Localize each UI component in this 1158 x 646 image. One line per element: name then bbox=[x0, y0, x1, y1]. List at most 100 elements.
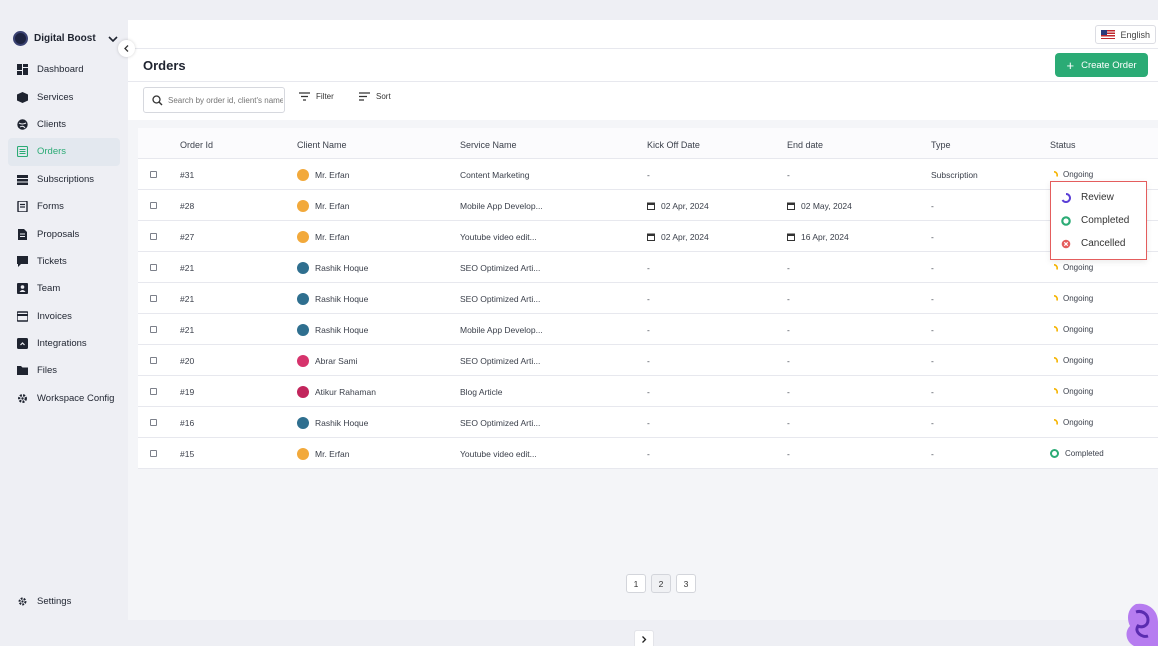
kickoff-date-cell: - bbox=[647, 407, 650, 438]
page-1-button[interactable]: 1 bbox=[626, 574, 646, 593]
ongoing-status-icon bbox=[1053, 170, 1058, 177]
end-date-cell: - bbox=[787, 252, 790, 283]
row-checkbox[interactable] bbox=[150, 264, 157, 271]
row-checkbox[interactable] bbox=[150, 326, 157, 333]
status-badge[interactable]: Ongoing bbox=[1050, 407, 1093, 438]
workspace-name: Digital Boost bbox=[34, 33, 96, 44]
table-row[interactable]: #15 Mr. Erfan Youtube video edit... - - - Comp… bbox=[138, 438, 1158, 469]
status-badge[interactable]: Ongoing bbox=[1050, 345, 1093, 376]
table-row[interactable]: #19 Atikur Rahaman Blog Article - - - Ongoing bbox=[138, 376, 1158, 407]
status-badge[interactable]: Ongoing bbox=[1050, 283, 1093, 314]
status-option-completed[interactable]: Completed bbox=[1051, 209, 1146, 232]
row-checkbox[interactable] bbox=[150, 419, 157, 426]
sidebar-item-integrations[interactable]: Integrations bbox=[8, 330, 120, 357]
column-header[interactable]: Service Name bbox=[460, 140, 517, 150]
client-cell: Mr. Erfan bbox=[297, 190, 349, 221]
status-badge[interactable]: Completed bbox=[1050, 438, 1104, 469]
row-checkbox[interactable] bbox=[150, 357, 157, 364]
sidebar-item-clients[interactable]: Clients bbox=[8, 111, 120, 138]
order-id[interactable]: #21 bbox=[180, 283, 194, 314]
ticket-icon bbox=[17, 255, 28, 267]
status-option-review[interactable]: Review bbox=[1051, 186, 1146, 209]
status-option-cancelled[interactable]: Cancelled bbox=[1051, 232, 1146, 255]
table-row[interactable]: #21 Rashik Hoque SEO Optimized Arti... - - - O… bbox=[138, 252, 1158, 283]
table-row[interactable]: #27 Mr. Erfan Youtube video edit... 02 Apr,… bbox=[138, 221, 1158, 252]
page-title: Orders bbox=[143, 58, 186, 73]
order-id[interactable]: #31 bbox=[180, 159, 194, 190]
order-id[interactable]: #15 bbox=[180, 438, 194, 469]
sidebar-item-tickets[interactable]: Tickets bbox=[8, 248, 120, 275]
table-row[interactable]: #21 Rashik Hoque Mobile App Develop... - - - O… bbox=[138, 314, 1158, 345]
sidebar-item-services[interactable]: Services bbox=[8, 83, 120, 110]
kickoff-date-cell: - bbox=[647, 376, 650, 407]
table-row[interactable]: #31 Mr. Erfan Content Marketing - - Subscript… bbox=[138, 159, 1158, 190]
client-name: Rashik Hoque bbox=[315, 262, 369, 273]
row-checkbox[interactable] bbox=[150, 388, 157, 395]
card-icon bbox=[17, 311, 28, 322]
column-header[interactable]: Type bbox=[931, 140, 951, 150]
page-3-button[interactable]: 3 bbox=[676, 574, 696, 593]
sidebar-item-files[interactable]: Files bbox=[8, 357, 120, 384]
table-row[interactable]: #20 Abrar Sami SEO Optimized Arti... - - - Ong… bbox=[138, 345, 1158, 376]
table-row[interactable]: #16 Rashik Hoque SEO Optimized Arti... - - - O… bbox=[138, 407, 1158, 438]
status-text: Completed bbox=[1065, 449, 1104, 458]
collapse-sidebar-button[interactable] bbox=[118, 40, 135, 57]
order-id[interactable]: #21 bbox=[180, 252, 194, 283]
sidebar-item-dashboard[interactable]: Dashboard bbox=[8, 56, 120, 83]
workspace-switcher[interactable]: Digital Boost bbox=[13, 31, 118, 46]
row-checkbox[interactable] bbox=[150, 202, 157, 209]
order-id[interactable]: #19 bbox=[180, 376, 194, 407]
status-text: Ongoing bbox=[1063, 294, 1094, 303]
sidebar-item-team[interactable]: Team bbox=[8, 275, 120, 302]
avatar bbox=[297, 292, 309, 305]
brand-logo-icon bbox=[1126, 603, 1158, 646]
column-header[interactable]: Kick Off Date bbox=[647, 140, 700, 150]
language-selector[interactable]: English bbox=[1095, 25, 1156, 44]
search-input[interactable] bbox=[168, 95, 283, 105]
sidebar-item-forms[interactable]: Forms bbox=[8, 193, 120, 220]
order-id[interactable]: #20 bbox=[180, 345, 194, 376]
next-page-button[interactable] bbox=[634, 630, 654, 646]
status-dropdown: Review Completed Cancelled bbox=[1050, 181, 1147, 260]
avatar bbox=[297, 230, 309, 243]
column-header[interactable]: Order Id bbox=[180, 140, 213, 150]
client-name: Rashik Hoque bbox=[315, 417, 369, 428]
column-header[interactable]: Status bbox=[1050, 140, 1076, 150]
status-option-label: Cancelled bbox=[1081, 238, 1126, 249]
order-id[interactable]: #28 bbox=[180, 190, 194, 221]
sidebar-item-proposals[interactable]: Proposals bbox=[8, 220, 120, 247]
sidebar-item-invoices[interactable]: Invoices bbox=[8, 303, 120, 330]
chevron-right-icon bbox=[642, 636, 647, 643]
kickoff-date: - bbox=[647, 448, 650, 459]
end-date-cell: 16 Apr, 2024 bbox=[787, 221, 849, 252]
table-row[interactable]: #28 Mr. Erfan Mobile App Develop... 02 Apr,… bbox=[138, 190, 1158, 221]
row-checkbox[interactable] bbox=[150, 450, 157, 457]
order-id[interactable]: #21 bbox=[180, 314, 194, 345]
filter-button[interactable]: Filter bbox=[299, 92, 334, 101]
status-badge[interactable]: Ongoing bbox=[1050, 376, 1093, 407]
search-box[interactable] bbox=[143, 87, 285, 113]
column-header[interactable]: Client Name bbox=[297, 140, 347, 150]
sidebar-item-workspace-config[interactable]: Workspace Config bbox=[8, 385, 120, 412]
sidebar-item-settings[interactable]: Settings bbox=[17, 596, 71, 607]
client-cell: Abrar Sami bbox=[297, 345, 358, 376]
sort-button[interactable]: Sort bbox=[359, 92, 391, 101]
sidebar-item-orders[interactable]: Orders bbox=[8, 138, 120, 166]
status-option-label: Completed bbox=[1081, 215, 1130, 226]
row-checkbox[interactable] bbox=[150, 171, 157, 178]
status-badge[interactable]: Ongoing bbox=[1050, 314, 1093, 345]
kickoff-date-cell: - bbox=[647, 252, 650, 283]
order-id[interactable]: #27 bbox=[180, 221, 194, 252]
table-row[interactable]: #21 Rashik Hoque SEO Optimized Arti... - - - O… bbox=[138, 283, 1158, 314]
row-checkbox[interactable] bbox=[150, 233, 157, 240]
order-id[interactable]: #16 bbox=[180, 407, 194, 438]
sidebar-item-subscriptions[interactable]: Subscriptions bbox=[8, 166, 120, 193]
search-icon bbox=[152, 94, 163, 105]
sidebar-item-label: Services bbox=[37, 91, 74, 103]
kickoff-date-cell: - bbox=[647, 345, 650, 376]
create-order-button[interactable]: + Create Order bbox=[1055, 53, 1148, 77]
form-icon bbox=[17, 201, 28, 213]
page-2-button[interactable]: 2 bbox=[651, 574, 671, 593]
column-header[interactable]: End date bbox=[787, 140, 823, 150]
row-checkbox[interactable] bbox=[150, 295, 157, 302]
